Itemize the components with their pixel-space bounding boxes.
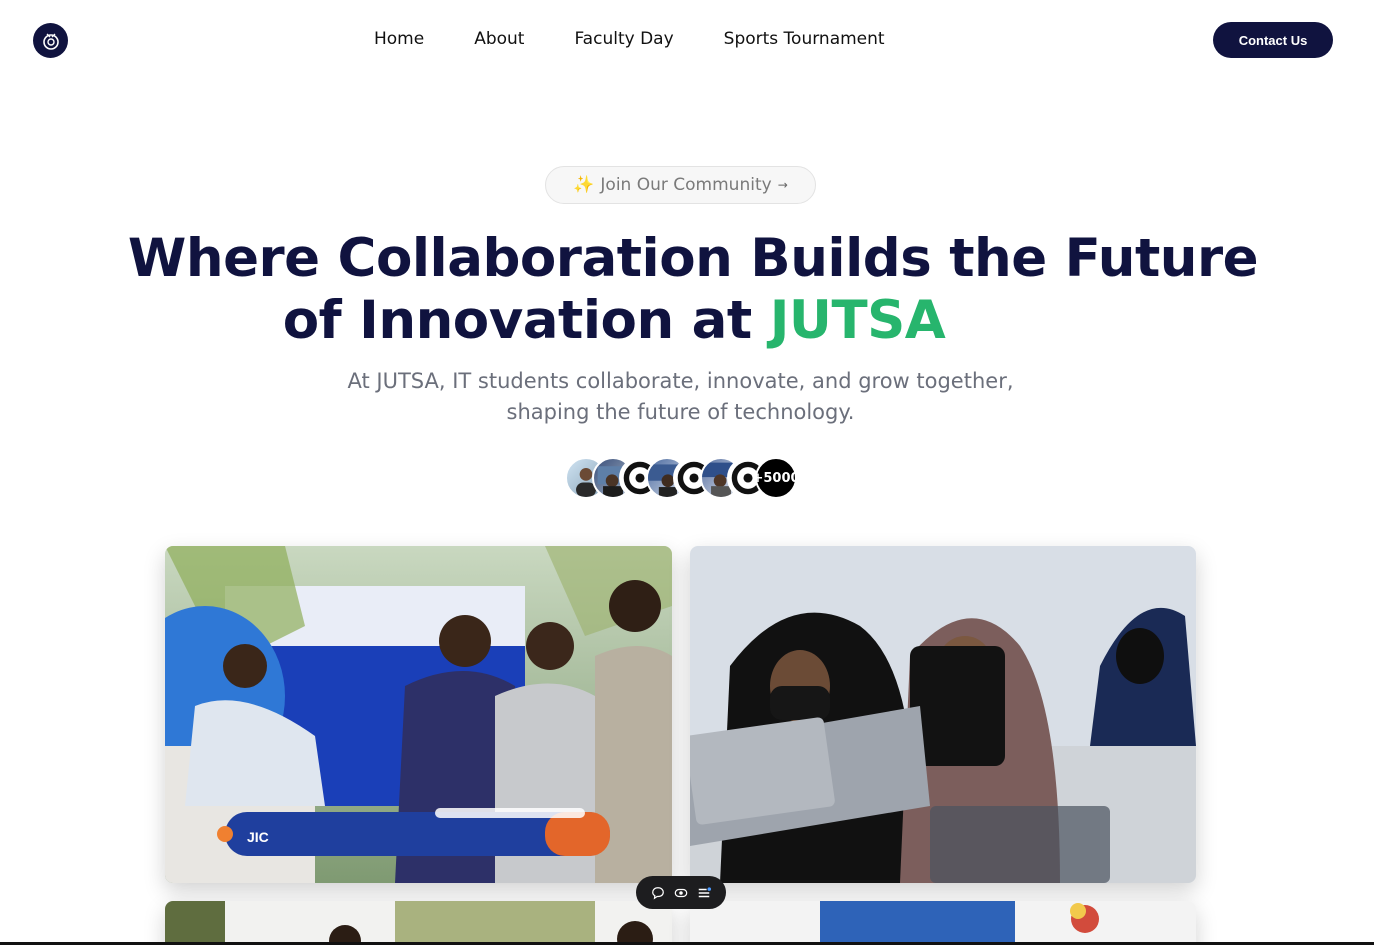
event-photo-entrepreneurship-summit: JIC [165, 546, 672, 883]
hero-title-line1: Where Collaboration Builds the Future [127, 228, 1259, 289]
hero-title-prefix: of Innovation at [282, 290, 770, 351]
hero-subtitle-line2: shaping the future of technology. [506, 400, 855, 424]
arrow-right-icon: → [777, 178, 788, 192]
svg-text:JIC: JIC [247, 829, 269, 845]
hero-subtitle-line1: At JUTSA, IT students collaborate, innov… [347, 369, 1014, 393]
jutsa-logo-icon[interactable] [33, 23, 68, 58]
students-laptop-photo [690, 546, 1196, 883]
floating-toolbar [636, 876, 726, 909]
menu-icon[interactable] [695, 884, 713, 902]
hero-title-accent: JUTSA [769, 290, 946, 351]
nav-link-home[interactable]: Home [374, 29, 424, 49]
event-photo-3 [165, 901, 672, 945]
nav-link-faculty-day[interactable]: Faculty Day [574, 29, 673, 49]
chat-icon[interactable] [649, 884, 667, 902]
members-count-badge: +5000 [752, 457, 800, 499]
join-community-pill[interactable]: ✨ Join Our Community → [545, 166, 816, 204]
contact-us-button[interactable]: Contact Us [1213, 22, 1333, 58]
nav-link-about[interactable]: About [474, 29, 524, 49]
join-community-label: Join Our Community [600, 175, 772, 195]
sparkles-icon: ✨ [573, 175, 595, 195]
hero-title-line2: of Innovation at JUTSA [0, 290, 1301, 352]
eye-icon[interactable] [672, 884, 690, 902]
event-photo-4 [690, 901, 1196, 945]
nav-link-sports-tournament[interactable]: Sports Tournament [724, 29, 885, 49]
nav-links: Home About Faculty Day Sports Tournament [374, 29, 935, 49]
top-navbar: Home About Faculty Day Sports Tournament… [0, 0, 1374, 80]
member-avatars: +5000 [565, 457, 805, 499]
